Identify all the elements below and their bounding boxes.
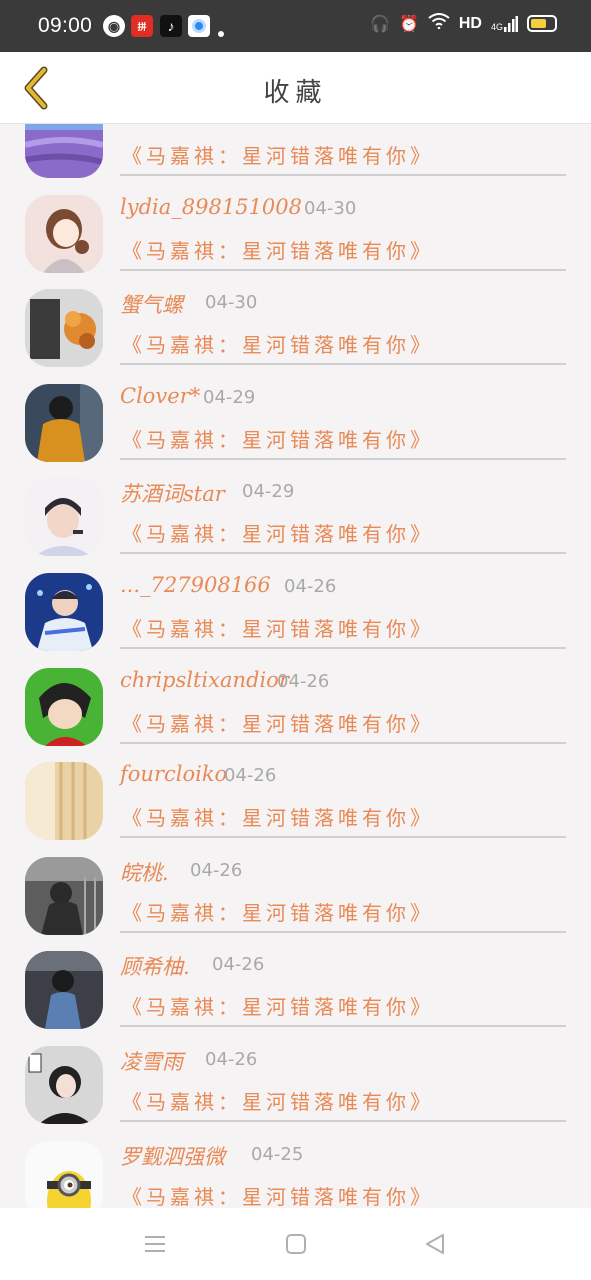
favorite-date: 04-25: [251, 1143, 304, 1165]
book-title-link[interactable]: 《马嘉祺：星河错落唯有你》: [122, 708, 434, 737]
favorite-date: 04-26: [205, 1048, 258, 1070]
book-title-link[interactable]: 《马嘉祺：星河错落唯有你》: [122, 897, 434, 926]
divider: [120, 174, 566, 176]
book-title-link[interactable]: 《马嘉祺：星河错落唯有你》: [122, 1086, 434, 1115]
avatar[interactable]: [25, 572, 103, 651]
list-item[interactable]: fourcloiko 04-26 《马嘉祺：星河错落唯有你》: [0, 754, 591, 849]
avatar[interactable]: [25, 383, 103, 462]
divider: [120, 1025, 566, 1028]
back-nav-button[interactable]: [423, 1232, 449, 1258]
status-time: 09:00: [38, 14, 93, 37]
avatar[interactable]: [25, 194, 103, 273]
list-item[interactable]: 罗觐泗强微 04-25 《马嘉祺：星河错落唯有你》: [0, 1133, 591, 1208]
pinduoduo-icon: 拼: [131, 15, 153, 37]
book-title-link[interactable]: 《马嘉祺：星河错落唯有你》: [122, 329, 434, 358]
triangle-back-icon: [426, 1234, 444, 1254]
book-title-link[interactable]: 《马嘉祺：星河错落唯有你》: [122, 140, 434, 169]
username: 凌雪雨: [120, 1049, 183, 1074]
signal-icon: 4G: [490, 15, 518, 32]
book-title-link[interactable]: 《马嘉祺：星河错落唯有你》: [122, 235, 434, 264]
username: 罗觐泗强微: [120, 1144, 225, 1169]
username: 皖桃.: [120, 860, 169, 885]
battery-icon: [527, 15, 557, 32]
alarm-icon: ⏰: [398, 15, 419, 33]
divider: [120, 268, 566, 271]
book-title-link[interactable]: 《马嘉祺：星河错落唯有你》: [122, 424, 434, 453]
favorite-date: 04-30: [304, 197, 357, 219]
avatar[interactable]: [25, 951, 103, 1030]
book-title-link[interactable]: 《马嘉祺：星河错落唯有你》: [122, 1181, 434, 1208]
square-home-icon: [286, 1234, 306, 1254]
favorite-date: 04-26: [284, 575, 337, 597]
favorite-date: 04-26: [190, 859, 243, 881]
notification-dot-icon: [218, 31, 224, 37]
list-item[interactable]: 皖桃. 04-26 《马嘉祺：星河错落唯有你》: [0, 849, 591, 944]
divider: [120, 552, 566, 555]
avatar[interactable]: [25, 856, 103, 935]
system-nav-bar: [0, 1208, 591, 1280]
menu-icon: [145, 1236, 165, 1252]
app-header: 收藏: [0, 52, 591, 124]
favorite-date: 04-26: [277, 670, 330, 692]
list-item[interactable]: Clover* 04-29 《马嘉祺：星河错落唯有你》: [0, 376, 591, 471]
divider: [120, 1119, 566, 1122]
divider: [120, 836, 566, 839]
username: 顾希柚.: [120, 955, 190, 980]
favorites-list[interactable]: anyajhindmarcsh04-30《马嘉祺：星河错落唯有你》lydia_8…: [0, 124, 591, 1208]
book-title-link[interactable]: 《马嘉祺：星河错落唯有你》: [122, 613, 434, 642]
avatar[interactable]: [25, 762, 103, 841]
divider: [120, 930, 566, 933]
list-item[interactable]: lydia_898151008 04-30 《马嘉祺：星河错落唯有你》: [0, 187, 591, 282]
book-title-link[interactable]: 《马嘉祺：星河错落唯有你》: [122, 518, 434, 547]
list-item[interactable]: chripsltixandior 04-26 《马嘉祺：星河错落唯有你》: [0, 660, 591, 755]
signal-label: 4G: [490, 21, 503, 32]
home-button[interactable]: [284, 1232, 310, 1258]
username: 苏酒词star: [120, 482, 225, 507]
book-title-link[interactable]: 《马嘉祺：星河错落唯有你》: [122, 802, 434, 831]
divider: [120, 363, 566, 366]
divider: [120, 457, 566, 460]
page-title: 收藏: [263, 78, 328, 108]
wifi-icon: [428, 13, 450, 34]
blue-app-icon: [188, 15, 210, 37]
favorite-date: 04-29: [203, 386, 256, 408]
username: Clover*: [120, 383, 201, 408]
avatar[interactable]: [25, 1045, 103, 1124]
book-title-link[interactable]: 《马嘉祺：星河错落唯有你》: [122, 991, 434, 1020]
favorite-date: 04-29: [242, 481, 295, 503]
username: fourcloiko: [120, 762, 228, 787]
username: 蟹气螺: [120, 293, 183, 318]
avatar[interactable]: [25, 1140, 103, 1208]
list-item[interactable]: 苏酒词star 04-29 《马嘉祺：星河错落唯有你》: [0, 470, 591, 565]
divider: [120, 646, 566, 649]
list-item[interactable]: 顾希柚. 04-26 《马嘉祺：星河错落唯有你》: [0, 943, 591, 1038]
username: chripsltixandior: [120, 667, 289, 692]
headset-icon: 🎧: [370, 15, 390, 33]
list-item[interactable]: 凌雪雨 04-26 《马嘉祺：星河错落唯有你》: [0, 1038, 591, 1133]
globe-icon: ◉: [103, 15, 125, 37]
network-type: HD: [458, 14, 482, 32]
avatar[interactable]: [25, 124, 103, 178]
favorite-date: 04-30: [205, 292, 258, 314]
status-bar: 09:00 ◉ 拼 ♪ 🎧 ⏰ HD 4G: [0, 0, 591, 52]
favorite-date: 04-26: [224, 765, 277, 787]
list-item[interactable]: anyajhindmarcsh04-30《马嘉祺：星河错落唯有你》: [0, 124, 591, 187]
avatar[interactable]: [25, 667, 103, 746]
avatar[interactable]: [25, 289, 103, 368]
username: ..._727908166: [120, 572, 271, 597]
menu-button[interactable]: [143, 1232, 169, 1258]
favorite-date: 04-26: [212, 954, 265, 976]
list-item[interactable]: ..._727908166 04-26 《马嘉祺：星河错落唯有你》: [0, 565, 591, 660]
username: lydia_898151008: [120, 194, 303, 219]
list-item[interactable]: 蟹气螺 04-30 《马嘉祺：星河错落唯有你》: [0, 281, 591, 376]
tiktok-icon: ♪: [160, 15, 182, 37]
divider: [120, 741, 566, 744]
avatar[interactable]: [25, 478, 103, 557]
